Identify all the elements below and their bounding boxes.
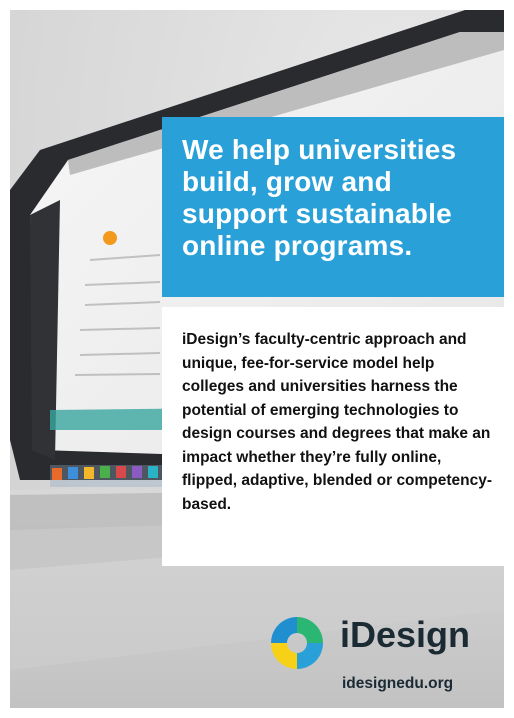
description-text: iDesign’s faculty-centric approach and u… bbox=[182, 331, 493, 513]
brand-name: iDesign bbox=[340, 614, 471, 655]
idesign-ring-logo-icon bbox=[271, 617, 323, 669]
headline: We help universities build, grow and sup… bbox=[182, 134, 457, 261]
poster: We help universities build, grow and sup… bbox=[10, 10, 504, 708]
website-url: idesignedu.org bbox=[342, 675, 454, 692]
